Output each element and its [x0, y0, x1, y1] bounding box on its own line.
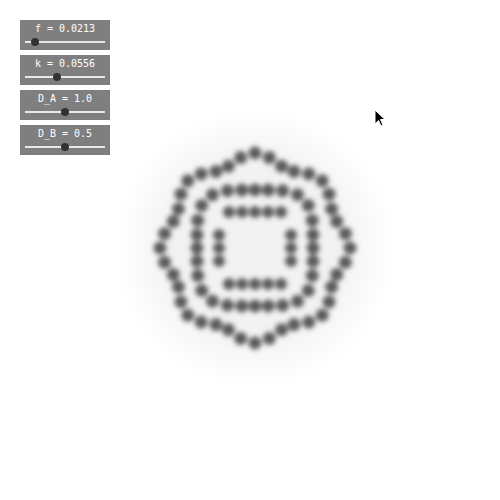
simulation-page: f = 0.0213 k = 0.0556 D_A = 1.0 D_B = 0.5	[0, 0, 500, 500]
parameter-slider[interactable]: D_A = 1.0	[20, 90, 110, 120]
slider-track[interactable]	[25, 111, 105, 113]
slider-knob[interactable]	[53, 73, 61, 81]
pattern	[154, 147, 357, 350]
slider-label: f = 0.0213	[35, 23, 95, 35]
slider-knob[interactable]	[61, 108, 69, 116]
slider-label: D_A = 1.0	[38, 93, 92, 105]
slider-panel: f = 0.0213 k = 0.0556 D_A = 1.0 D_B = 0.5	[0, 0, 500, 155]
parameter-slider[interactable]: k = 0.0556	[20, 55, 110, 85]
slider-label: k = 0.0556	[35, 58, 95, 70]
slider-track[interactable]	[25, 41, 105, 43]
cursor-icon	[374, 109, 386, 127]
slider-knob[interactable]	[31, 38, 39, 46]
slider-track[interactable]	[25, 76, 105, 78]
halo	[115, 108, 395, 388]
slider-label: D_B = 0.5	[38, 128, 92, 140]
parameter-slider[interactable]: f = 0.0213	[20, 20, 110, 50]
slider-track[interactable]	[25, 146, 105, 148]
slider-knob[interactable]	[61, 143, 69, 151]
parameter-slider[interactable]: D_B = 0.5	[20, 125, 110, 155]
